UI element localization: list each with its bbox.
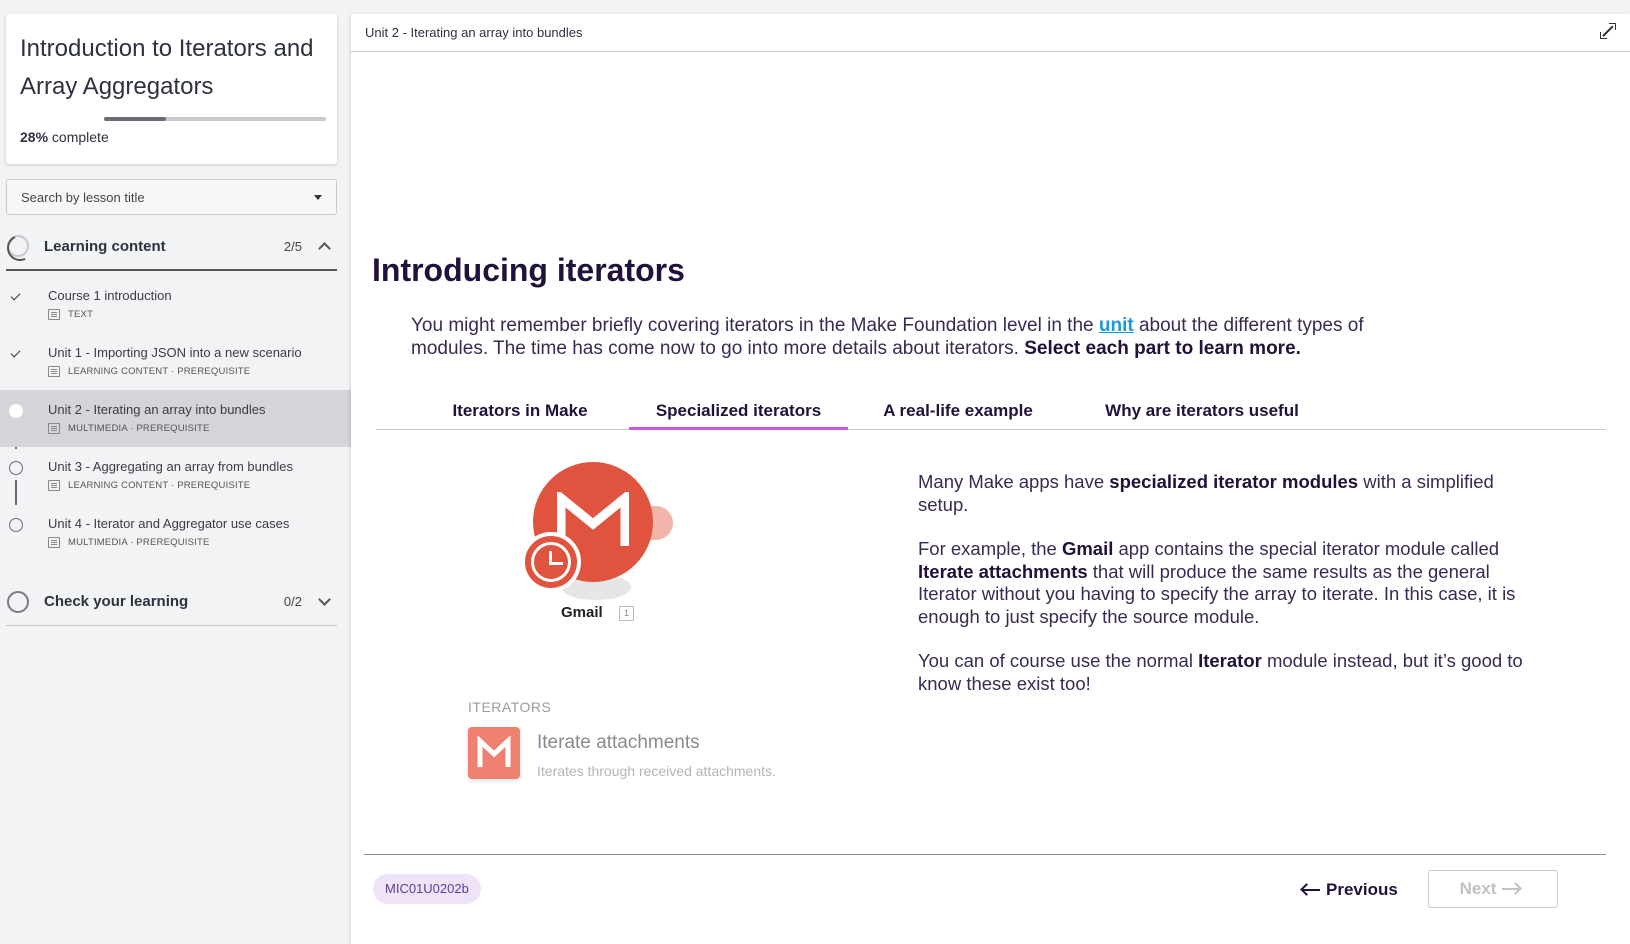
section-check-learning[interactable]: Check your learning 0/2 (6, 578, 337, 626)
desc-strong: Iterate attachments (918, 560, 1088, 582)
desc-paragraph: You can of course use the normal Iterato… (918, 650, 1548, 695)
section-count: 0/2 (283, 594, 302, 609)
text-doc-icon (48, 309, 60, 320)
current-dot-icon (9, 404, 23, 418)
breadcrumb: Unit 2 - Iterating an array into bundles (365, 25, 583, 40)
tab-specialized-iterators[interactable]: Specialized iterators (629, 397, 848, 430)
tab-bar: Iterators in Make Specialized iterators … (376, 397, 1606, 430)
desc-text: For example, the (918, 538, 1062, 559)
lesson-meta: TEXT (48, 309, 351, 320)
chevron-down-icon[interactable] (318, 593, 331, 606)
section-label: Learning content (44, 237, 166, 255)
arrow-left-icon (1302, 889, 1320, 891)
open-circle-icon (9, 518, 23, 532)
open-circle-icon (9, 461, 23, 475)
arrow-right-icon (1502, 888, 1521, 890)
desc-paragraph: For example, the Gmail app contains the … (918, 538, 1548, 628)
desc-text: You can of course use the normal (918, 650, 1199, 671)
section-learning-content[interactable]: Learning content 2/5 (6, 223, 337, 271)
iterator-module-card: ITERATORS Iterate attachments Iterates t… (459, 699, 859, 819)
lesson-title: Unit 1 - Importing JSON into a new scena… (48, 345, 302, 360)
footer-divider (364, 854, 1606, 855)
gmail-app-icon (468, 727, 520, 779)
next-label: Next (1459, 879, 1497, 898)
lesson-search-select[interactable]: Search by lesson title (6, 179, 337, 215)
expand-icon[interactable] (1600, 23, 1616, 39)
caret-down-icon (314, 194, 322, 200)
lesson-item[interactable]: Unit 3 - Aggregating an array from bundl… (0, 447, 351, 504)
lesson-item-current[interactable]: Unit 2 - Iterating an array into bundles… (0, 390, 351, 447)
section-count: 2/5 (283, 238, 302, 254)
iterators-caption: ITERATORS (468, 699, 552, 715)
lesson-meta: LEARNING CONTENT · PREREQUISITE (48, 366, 351, 377)
gmail-module-illustration: Gmail 1 (511, 462, 711, 642)
multimedia-icon (48, 537, 60, 548)
lesson-title: Unit 3 - Aggregating an array from bundl… (48, 459, 293, 474)
check-icon (9, 347, 23, 361)
progress-suffix: complete (51, 129, 109, 145)
gmail-label: Gmail (561, 604, 603, 621)
page-title: Introducing iterators (372, 252, 685, 288)
iterator-name: Iterate attachments (537, 732, 700, 753)
progress-text: 28% complete (20, 129, 109, 145)
content-icon (48, 480, 60, 491)
desc-strong: specialized iterator modules (1109, 471, 1359, 492)
lesson-title: Unit 2 - Iterating an array into bundles (48, 402, 266, 417)
lesson-meta-label: TEXT (68, 309, 94, 320)
lesson-title: Course 1 introduction (48, 288, 172, 303)
progress-fill (104, 117, 167, 121)
multimedia-icon (48, 423, 60, 434)
desc-strong: Gmail (1061, 538, 1114, 559)
check-icon (9, 290, 23, 304)
tab-iterators-in-make[interactable]: Iterators in Make (426, 397, 614, 430)
previous-label: Previous (1326, 880, 1398, 899)
previous-button[interactable]: Previous (1296, 873, 1398, 907)
lesson-code-badge: MIC01U0202b (373, 874, 481, 904)
progress-ring-icon (7, 590, 29, 613)
progress-bar (104, 117, 326, 121)
lesson-meta: LEARNING CONTENT · PREREQUISITE (48, 480, 351, 491)
intro-strong: Select each part to learn more. (1024, 338, 1301, 359)
lesson-meta-label: LEARNING CONTENT · PREREQUISITE (68, 366, 251, 377)
lesson-meta-label: MULTIMEDIA · PREREQUISITE (68, 537, 210, 548)
sidebar: Introduction to Iterators and Array Aggr… (0, 0, 351, 944)
desc-text: Many Make apps have (918, 471, 1110, 492)
description: Many Make apps have specialized iterator… (918, 471, 1548, 717)
desc-paragraph: Many Make apps have specialized iterator… (918, 471, 1548, 516)
lesson-meta-label: MULTIMEDIA · PREREQUISITE (68, 423, 210, 434)
intro-before: You might remember briefly covering iter… (411, 315, 1099, 336)
search-placeholder: Search by lesson title (21, 189, 145, 205)
lesson-panel: Unit 2 - Iterating an array into bundles… (351, 14, 1630, 944)
iterator-subtitle: Iterates through received attachments. (537, 763, 776, 779)
course-title: Introduction to Iterators and Array Aggr… (20, 35, 314, 100)
course-card: Introduction to Iterators and Array Aggr… (6, 14, 337, 164)
chevron-up-icon[interactable] (318, 242, 331, 255)
lesson-meta-label: LEARNING CONTENT · PREREQUISITE (68, 480, 251, 491)
lesson-list: Course 1 introduction TEXT Unit 1 - Impo… (0, 276, 351, 561)
lesson-item[interactable]: Course 1 introduction TEXT (0, 276, 351, 333)
progress-value: 28% (20, 129, 49, 145)
tab-real-life-example[interactable]: A real-life example (863, 397, 1053, 430)
unit-link[interactable]: unit (1099, 315, 1134, 336)
next-button[interactable]: Next (1428, 870, 1558, 908)
tab-why-iterators-useful[interactable]: Why are iterators useful (1082, 397, 1322, 430)
desc-text: app contains the special iterator module… (1113, 538, 1500, 559)
clock-icon (521, 532, 581, 592)
lesson-meta: MULTIMEDIA · PREREQUISITE (48, 537, 351, 548)
lesson-item[interactable]: Unit 4 - Iterator and Aggregator use cas… (0, 504, 351, 561)
desc-strong: Iterator (1198, 650, 1262, 671)
lesson-topbar: Unit 2 - Iterating an array into bundles (351, 14, 1630, 52)
lesson-meta: MULTIMEDIA · PREREQUISITE (48, 423, 351, 434)
lesson-item[interactable]: Unit 1 - Importing JSON into a new scena… (0, 333, 351, 390)
content-icon (48, 366, 60, 377)
progress-ring-icon (7, 235, 29, 257)
lesson-title: Unit 4 - Iterator and Aggregator use cas… (48, 516, 290, 531)
module-number: 1 (619, 606, 634, 621)
intro-text: You might remember briefly covering iter… (411, 314, 1441, 360)
section-label: Check your learning (44, 593, 189, 610)
